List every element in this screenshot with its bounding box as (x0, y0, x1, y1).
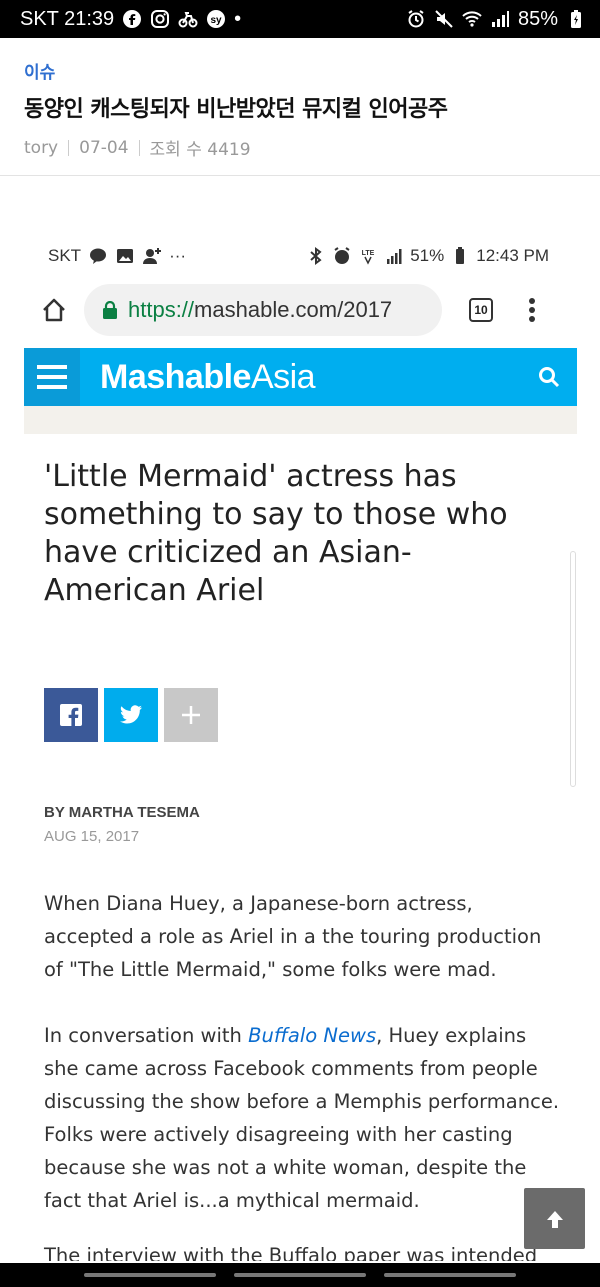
home-button[interactable] (24, 282, 84, 338)
alarm-icon (406, 9, 426, 29)
post-author[interactable]: tory (24, 138, 58, 158)
buffalo-news-link[interactable]: Buffalo News (248, 1024, 376, 1047)
wifi-icon (462, 9, 482, 29)
bike-delivery-icon (178, 9, 198, 29)
logo-bold: Mashable (100, 357, 251, 396)
ad-banner (24, 406, 577, 434)
url-scheme: https:// (128, 297, 195, 322)
inner-time: 12:43 PM (476, 246, 549, 265)
url-bar[interactable]: https://mashable.com/2017 (84, 284, 442, 336)
twitter-share-button[interactable] (104, 688, 158, 742)
carrier-time: SKT 21:39 (20, 7, 115, 30)
article-date: AUG 15, 2017 (44, 828, 140, 845)
alarm-icon (332, 246, 352, 266)
signal-icon (384, 246, 404, 266)
svg-text:sy: sy (211, 15, 223, 26)
article-paragraph: When Diana Huey, a Japanese-born actress… (44, 892, 542, 981)
inner-battery-percent: 51% (410, 246, 445, 265)
nav-handle[interactable] (234, 1273, 366, 1277)
paragraph-text: In conversation with (44, 1024, 249, 1047)
inner-status-bar: SKT ··· LTE 51% 12:43 PM (24, 236, 577, 276)
post-header: 이슈 동양인 캐스팅되자 비난받았던 뮤지컬 인어공주 tory 07-04 조… (0, 38, 600, 176)
browser-toolbar: https://mashable.com/2017 10 (24, 282, 577, 338)
tab-switcher-button[interactable]: 10 (450, 282, 512, 338)
more-share-button[interactable] (164, 688, 218, 742)
battery-percent: 85% (517, 7, 558, 30)
instagram-icon (150, 9, 170, 29)
article-paragraph: In conversation with Buffalo News, Huey … (44, 1019, 564, 1217)
home-icon (43, 298, 65, 322)
sy-app-icon: sy (206, 9, 226, 29)
url-text: mashable.com/2017 (194, 297, 393, 322)
notification-dot: • (234, 7, 242, 30)
mute-icon (434, 9, 454, 29)
article-byline[interactable]: BY MARTHA TESEMA (44, 804, 200, 821)
paragraph-text: , Huey explains she came across Facebook… (44, 1024, 560, 1212)
kakaotalk-icon (88, 246, 108, 266)
embedded-screenshot: SKT ··· LTE 51% 12:43 PM https:// mashab… (24, 236, 577, 1261)
more-notifications: ··· (169, 246, 187, 265)
post-views: 조회 수 4419 (149, 140, 251, 160)
nav-handle[interactable] (84, 1273, 216, 1277)
lte-icon: LTE (358, 246, 378, 266)
browser-menu-button[interactable] (512, 282, 552, 338)
facebook-share-button[interactable] (44, 688, 98, 742)
gallery-icon (115, 246, 135, 266)
inner-carrier: SKT (48, 246, 82, 265)
share-buttons (44, 688, 218, 742)
more-vert-icon (529, 298, 535, 322)
bluetooth-icon (306, 246, 326, 266)
post-category[interactable]: 이슈 (24, 58, 576, 83)
plus-icon (182, 706, 200, 724)
back-to-top-button[interactable] (524, 1188, 585, 1249)
twitter-icon (120, 705, 142, 724)
facebook-icon (122, 9, 142, 29)
site-header: MashableAsia (24, 348, 577, 406)
battery-icon (450, 246, 470, 266)
logo-light: Asia (250, 357, 316, 396)
post-date: 07-04 (79, 137, 129, 158)
search-button[interactable] (521, 348, 577, 406)
site-logo[interactable]: MashableAsia (100, 357, 316, 397)
tab-count: 10 (469, 298, 493, 322)
signal-icon (490, 9, 510, 29)
search-icon (539, 367, 560, 388)
gesture-nav-bar (0, 1263, 600, 1287)
svg-text:LTE: LTE (362, 250, 375, 257)
article-headline: 'Little Mermaid' actress has something t… (44, 459, 508, 608)
post-title: 동양인 캐스팅되자 비난받았던 뮤지컬 인어공주 (24, 97, 448, 122)
meta-divider (138, 139, 140, 156)
article-paragraph: The interview with the Buffalo paper was… (44, 1244, 538, 1261)
add-contact-icon (142, 246, 162, 266)
lock-icon (103, 301, 117, 319)
facebook-icon (60, 704, 82, 726)
arrow-up-icon (546, 1210, 563, 1228)
meta-divider (68, 139, 70, 156)
battery-charging-icon (566, 9, 586, 29)
nav-handle[interactable] (384, 1273, 516, 1277)
status-bar: SKT 21:39 sy • 85% (0, 0, 600, 38)
scroll-indicator[interactable] (570, 551, 576, 787)
post-meta: tory 07-04 조회 수 4419 (24, 135, 576, 161)
menu-icon[interactable] (24, 348, 80, 406)
